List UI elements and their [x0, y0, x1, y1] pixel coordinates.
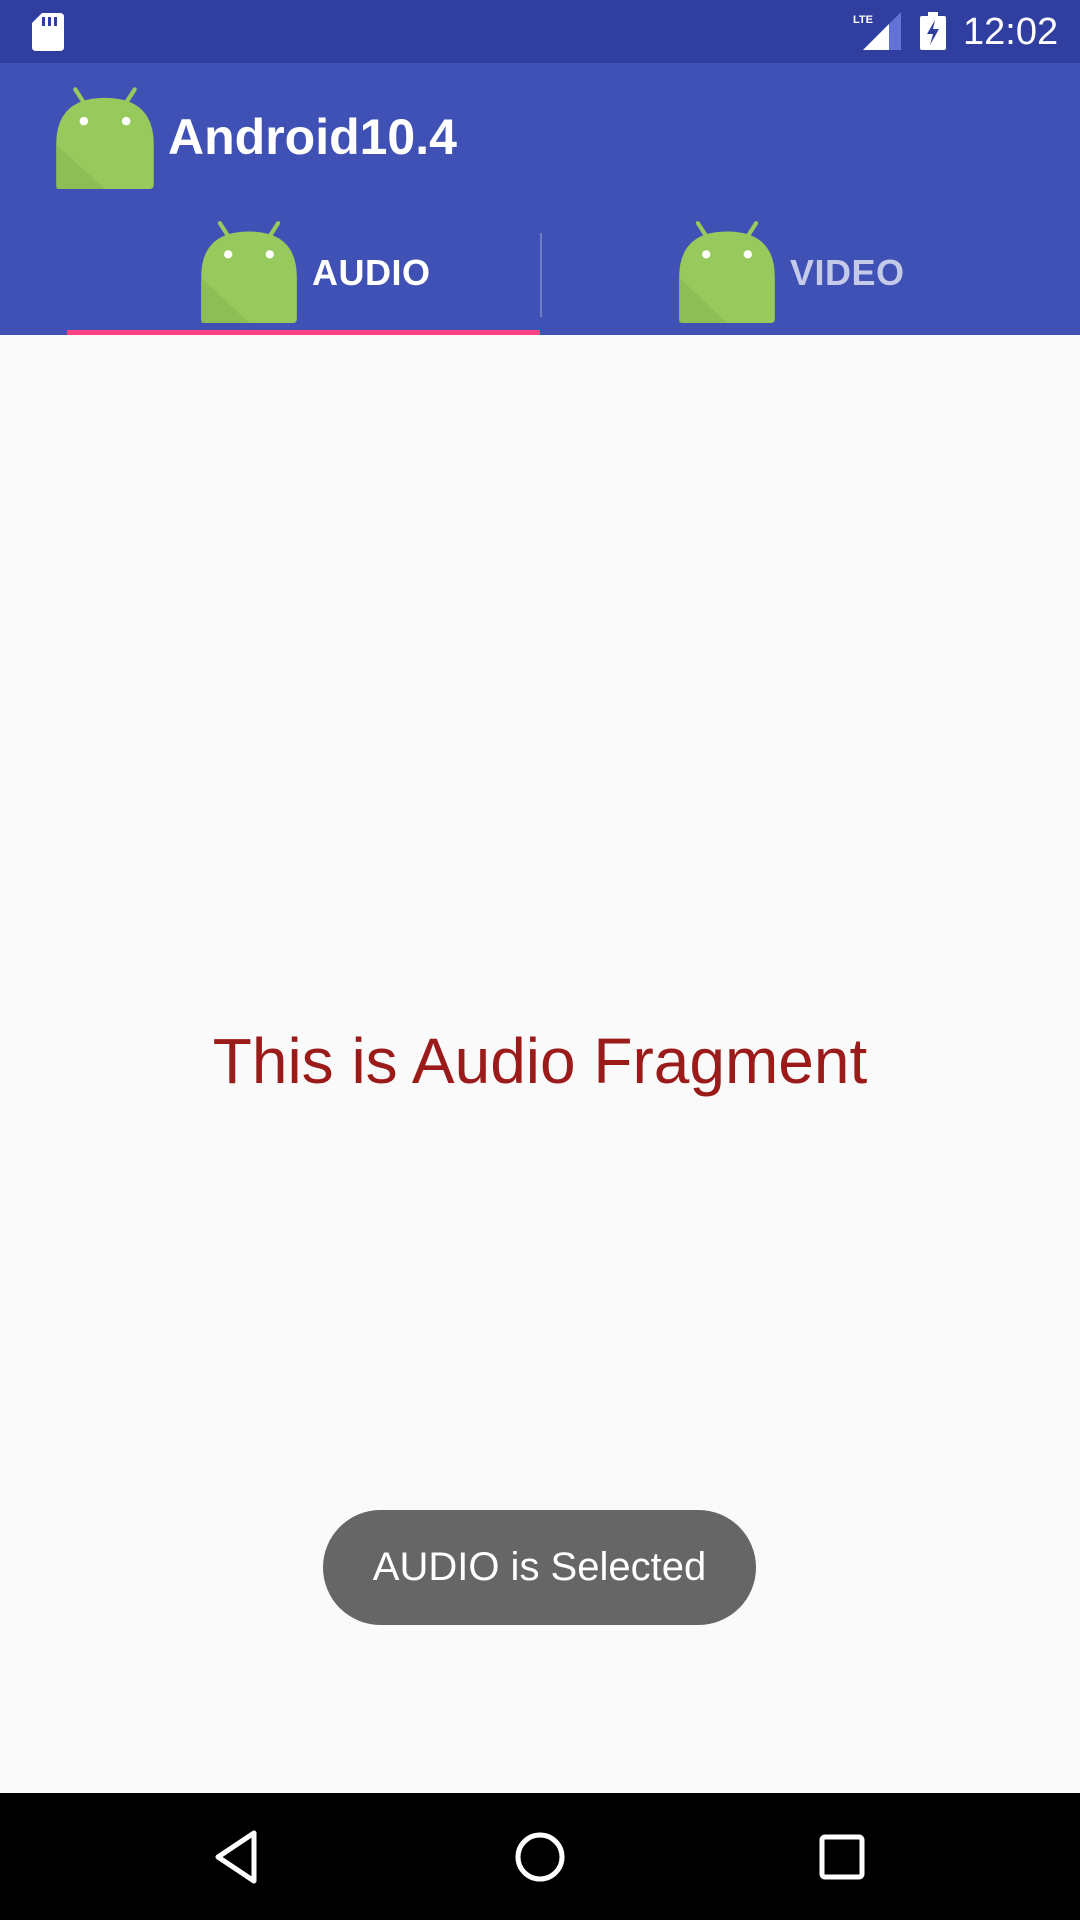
android-icon [201, 221, 297, 323]
android-icon [679, 221, 775, 323]
tab-video[interactable]: VIDEO [540, 213, 1013, 335]
status-bar: LTE 12:02 [0, 0, 1080, 63]
status-time: 12:02 [963, 11, 1059, 53]
lte-label: LTE [853, 14, 873, 26]
tab-audio-label: AUDIO [312, 252, 431, 293]
navigation-bar [0, 1793, 1080, 1920]
battery-charging-icon [920, 12, 946, 50]
app-bar: Android10.4 AUDIO VIDEO [0, 63, 1080, 335]
home-icon[interactable] [508, 1825, 572, 1889]
sd-card-icon [32, 13, 64, 51]
screen: LTE 12:02 Android10.4 AUDIO VIDEO This i… [0, 0, 1080, 1920]
toast-message: AUDIO is Selected [323, 1510, 756, 1625]
tab-audio[interactable]: AUDIO [67, 213, 540, 335]
recents-icon[interactable] [810, 1825, 874, 1889]
lte-signal-icon: LTE [853, 12, 901, 50]
tab-bar: AUDIO VIDEO [0, 213, 1080, 335]
fragment-text: This is Audio Fragment [212, 1025, 868, 1097]
app-title: Android10.4 [168, 109, 457, 165]
android-logo-icon [56, 87, 154, 189]
tab-video-label: VIDEO [790, 252, 905, 293]
back-icon[interactable] [206, 1825, 270, 1889]
